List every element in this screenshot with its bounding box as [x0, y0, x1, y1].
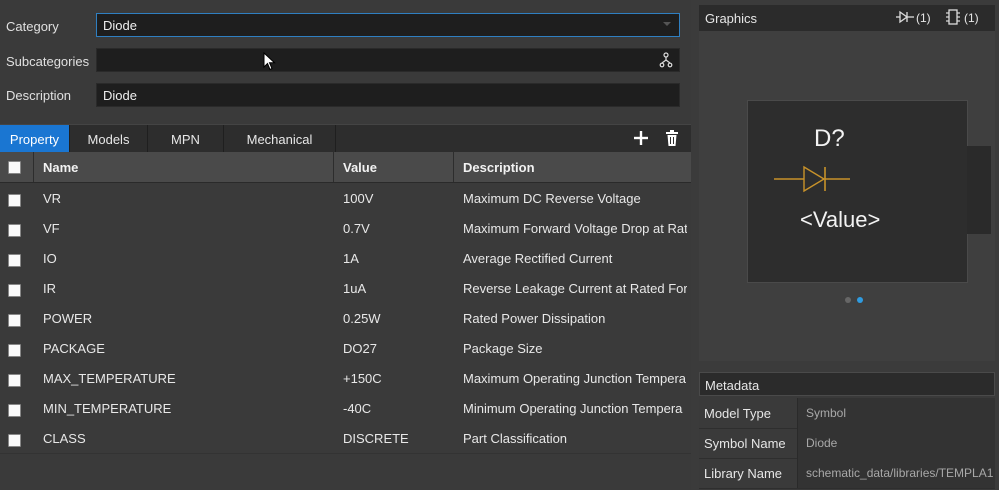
- graphics-panel: Graphics (1) (1) D? <Value>: [699, 5, 995, 361]
- tab-property[interactable]: Property: [0, 125, 70, 153]
- cell-value[interactable]: 0.7V: [343, 213, 448, 243]
- tab-models[interactable]: Models: [70, 125, 148, 153]
- reference-designator: D?: [814, 125, 845, 152]
- cell-value[interactable]: 0.25W: [343, 303, 448, 333]
- description-field[interactable]: Diode: [96, 83, 680, 107]
- category-dropdown[interactable]: Diode: [96, 13, 680, 37]
- trash-icon[interactable]: [663, 129, 681, 147]
- row-checkbox[interactable]: [8, 314, 21, 327]
- symbol-count: (1): [916, 11, 931, 25]
- metadata-value: Diode: [797, 428, 995, 458]
- symbol-icon[interactable]: [896, 10, 914, 24]
- metadata-row: Library Name schematic_data/libraries/TE…: [699, 458, 995, 489]
- table-row[interactable]: CLASS DISCRETE Part Classification: [0, 423, 691, 454]
- category-value: Diode: [103, 17, 137, 33]
- cell-name: VR: [43, 190, 62, 206]
- row-checkbox[interactable]: [8, 404, 21, 417]
- chevron-down-icon: [663, 22, 671, 26]
- cell-name: MAX_TEMPERATURE: [43, 370, 176, 386]
- metadata-label: Library Name: [704, 466, 783, 481]
- footprint-icon[interactable]: [945, 9, 961, 25]
- cell-value[interactable]: DO27: [343, 333, 448, 363]
- cell-name: IR: [43, 280, 56, 296]
- hierarchy-icon[interactable]: [659, 52, 673, 68]
- description-label: Description: [6, 88, 72, 103]
- table-row[interactable]: POWER 0.25W Rated Power Dissipation: [0, 303, 691, 334]
- cell-description[interactable]: Rated Power Dissipation: [463, 303, 687, 333]
- cell-name: VF: [43, 220, 60, 236]
- page-dot-2[interactable]: [857, 297, 863, 303]
- table-row[interactable]: PACKAGE DO27 Package Size: [0, 333, 691, 364]
- subcategories-label: Subcategories: [6, 54, 90, 69]
- cell-name: MIN_TEMPERATURE: [43, 400, 172, 416]
- page-dot-1[interactable]: [845, 297, 851, 303]
- mouse-cursor-icon: [263, 52, 276, 71]
- cell-description[interactable]: Maximum Forward Voltage Drop at Rat: [463, 213, 687, 243]
- row-checkbox[interactable]: [8, 374, 21, 387]
- metadata-value: Symbol: [797, 398, 995, 428]
- row-checkbox[interactable]: [8, 344, 21, 357]
- metadata-panel: Metadata Model Type Symbol Symbol Name D…: [699, 372, 995, 490]
- cell-name: CLASS: [43, 430, 86, 446]
- tab-bar: Property Models MPN Mechanical: [0, 124, 691, 153]
- metadata-label: Symbol Name: [704, 436, 786, 451]
- column-header-description[interactable]: Description: [453, 152, 691, 182]
- select-all-checkbox[interactable]: [8, 161, 21, 174]
- add-icon[interactable]: [632, 129, 650, 147]
- right-panel: Graphics (1) (1) D? <Value> Metadata Mod…: [699, 0, 999, 490]
- metadata-header: Metadata: [699, 372, 995, 396]
- table-row[interactable]: IR 1uA Reverse Leakage Current at Rated Fo…: [0, 273, 691, 304]
- symbol-preview[interactable]: D? <Value>: [747, 100, 968, 283]
- table-row[interactable]: MIN_TEMPERATURE -40C Minimum Operating Jun…: [0, 393, 691, 424]
- table-row[interactable]: IO 1A Average Rectified Current: [0, 243, 691, 274]
- row-checkbox[interactable]: [8, 254, 21, 267]
- table-row[interactable]: VR 100V Maximum DC Reverse Voltage: [0, 183, 691, 214]
- row-checkbox[interactable]: [8, 224, 21, 237]
- graphics-title: Graphics: [705, 11, 758, 26]
- cell-name: PACKAGE: [43, 340, 105, 356]
- cell-description[interactable]: Package Size: [463, 333, 687, 363]
- tab-mpn[interactable]: MPN: [148, 125, 224, 153]
- cell-name: IO: [43, 250, 57, 266]
- metadata-row: Symbol Name Diode: [699, 428, 995, 459]
- category-label: Category: [6, 19, 59, 34]
- table-row[interactable]: VF 0.7V Maximum Forward Voltage Drop at Ra…: [0, 213, 691, 244]
- row-checkbox[interactable]: [8, 194, 21, 207]
- preview-side-handle[interactable]: [967, 146, 991, 234]
- metadata-label: Model Type: [704, 406, 771, 421]
- cell-value[interactable]: +150C: [343, 363, 448, 393]
- cell-value[interactable]: 100V: [343, 183, 448, 213]
- table-row[interactable]: MAX_TEMPERATURE +150C Maximum Operating Ju…: [0, 363, 691, 394]
- description-value: Diode: [103, 87, 137, 103]
- cell-value[interactable]: DISCRETE: [343, 423, 448, 453]
- cell-name: POWER: [43, 310, 93, 326]
- cell-value[interactable]: 1A: [343, 243, 448, 273]
- table-header: Name Value Description: [0, 152, 691, 183]
- cell-description[interactable]: Part Classification: [463, 423, 687, 453]
- cell-description[interactable]: Minimum Operating Junction Tempera: [463, 393, 687, 423]
- tab-mechanical[interactable]: Mechanical: [224, 125, 336, 153]
- cell-description[interactable]: Maximum Operating Junction Tempera: [463, 363, 687, 393]
- cell-description[interactable]: Reverse Leakage Current at Rated Forw: [463, 273, 687, 303]
- diode-symbol-icon: [774, 165, 850, 193]
- footprint-count: (1): [964, 11, 979, 25]
- cell-description[interactable]: Average Rectified Current: [463, 243, 687, 273]
- metadata-value: schematic_data/libraries/TEMPLA1: [797, 458, 995, 488]
- row-checkbox[interactable]: [8, 284, 21, 297]
- column-header-name[interactable]: Name: [33, 152, 333, 182]
- cell-description[interactable]: Maximum DC Reverse Voltage: [463, 183, 687, 213]
- graphics-header: Graphics (1) (1): [699, 5, 995, 31]
- cell-value[interactable]: -40C: [343, 393, 448, 423]
- row-checkbox[interactable]: [8, 434, 21, 447]
- column-header-value[interactable]: Value: [333, 152, 453, 182]
- component-editor-panel: Category Diode Subcategories Description…: [0, 0, 691, 490]
- value-label: <Value>: [800, 207, 881, 232]
- metadata-title: Metadata: [705, 378, 760, 393]
- subcategories-field[interactable]: [96, 48, 680, 72]
- cell-value[interactable]: 1uA: [343, 273, 448, 303]
- metadata-row: Model Type Symbol: [699, 398, 995, 429]
